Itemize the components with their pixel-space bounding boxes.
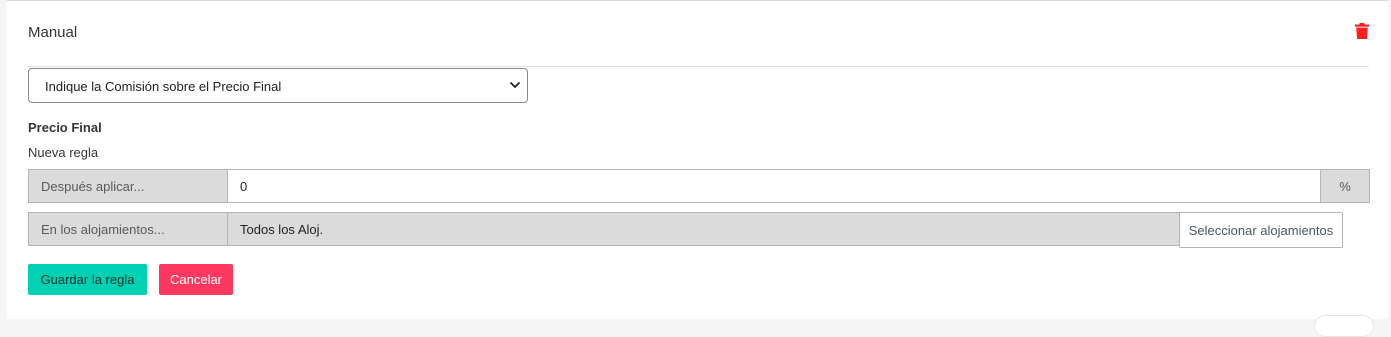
select-lodgings-button[interactable]: Seleccionar alojamientos: [1179, 212, 1343, 248]
panel-header: Manual: [28, 1, 1369, 67]
trash-icon[interactable]: [1355, 23, 1369, 39]
lodging-label: En los alojamientos...: [28, 212, 228, 246]
section-subtitle: Nueva regla: [28, 145, 99, 160]
corner-decoration: [1314, 315, 1374, 337]
rule-panel: Manual Indique la Comisión sobre el Prec…: [7, 0, 1388, 337]
apply-value-input[interactable]: 0: [227, 169, 1321, 203]
cancel-button[interactable]: Cancelar: [159, 264, 233, 295]
save-rule-button[interactable]: Guardar la regla: [28, 264, 147, 295]
section-title: Precio Final: [28, 120, 102, 135]
commission-type-selected: Indique la Comisión sobre el Precio Fina…: [45, 79, 282, 94]
panel-title: Manual: [28, 24, 78, 41]
chevron-down-icon: [510, 82, 520, 88]
commission-type-select[interactable]: Indique la Comisión sobre el Precio Fina…: [28, 68, 528, 103]
percent-addon: %: [1320, 169, 1370, 203]
lodging-value: Todos los Aloj.: [227, 212, 1180, 246]
apply-label: Después aplicar...: [28, 169, 228, 203]
